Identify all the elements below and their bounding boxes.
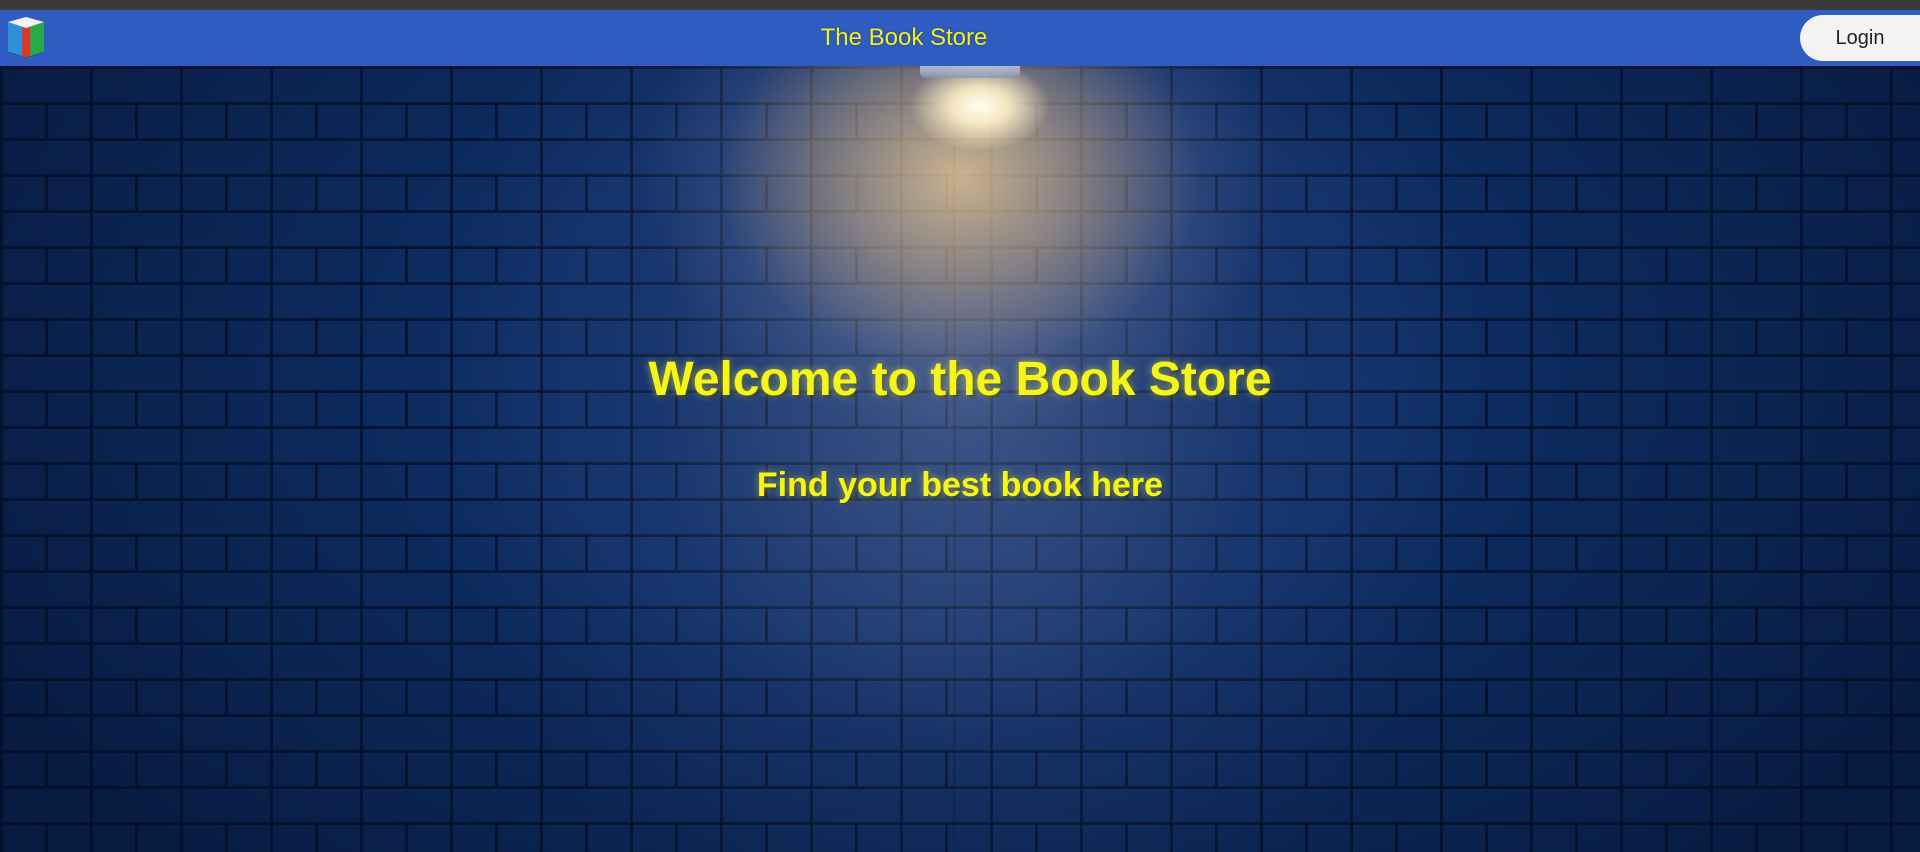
- hero-title: Welcome to the Book Store: [648, 353, 1272, 406]
- navbar: The Book Store Login: [0, 10, 1920, 66]
- hero-subtitle: Find your best book here: [756, 466, 1164, 504]
- site-title: The Book Store: [820, 24, 988, 51]
- book-icon[interactable]: [4, 14, 48, 60]
- login-button[interactable]: Login: [1800, 15, 1920, 61]
- vignette-overlay: [0, 66, 1920, 852]
- browser-top-strip: [0, 0, 1920, 10]
- hero-banner: Welcome to the Book Store Find your best…: [0, 66, 1920, 852]
